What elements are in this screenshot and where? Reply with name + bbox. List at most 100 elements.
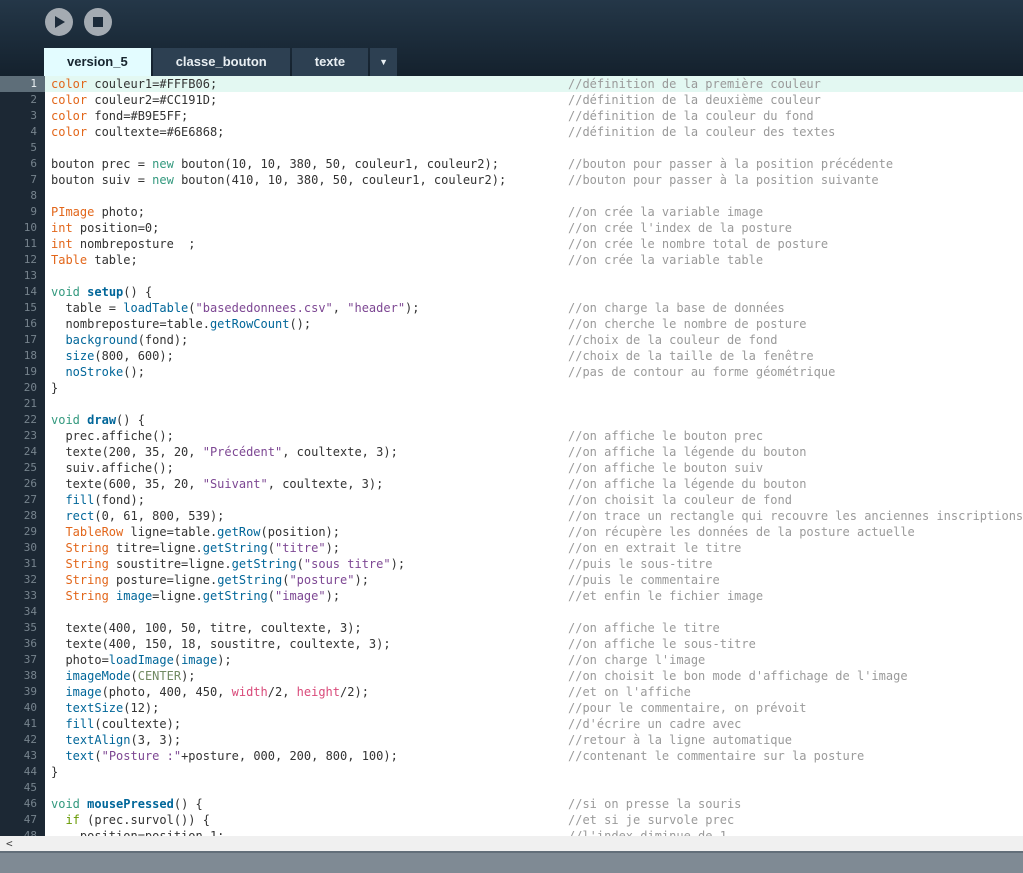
code-line[interactable]: 43 text("Posture :"+posture, 000, 200, 8… (0, 748, 1023, 764)
code-line[interactable]: 7 bouton suiv = new bouton(410, 10, 380, … (0, 172, 1023, 188)
tab-classe_bouton[interactable]: classe_bouton (152, 48, 290, 76)
code-comment: //on charge la base de données (568, 301, 785, 315)
code-text: void setup() { (51, 285, 153, 299)
code-text: fill(fond); (65, 493, 145, 507)
code-comment: //puis le commentaire (568, 573, 720, 587)
code-line[interactable]: 8 (0, 188, 1023, 204)
code-text: fill(coultexte); (65, 717, 182, 731)
code-text: textAlign(3, 3); (65, 733, 182, 747)
line-number: 41 (0, 716, 45, 732)
code-line[interactable]: 14 void setup() { (0, 284, 1023, 300)
code-line[interactable]: 42 textAlign(3, 3); //retour à la ligne a… (0, 732, 1023, 748)
horizontal-scrollbar[interactable]: < (0, 836, 1023, 851)
code-line[interactable]: 20} (0, 380, 1023, 396)
code-line[interactable]: 6 bouton prec = new bouton(10, 10, 380, 5… (0, 156, 1023, 172)
code-line[interactable]: 2 color couleur2=#CC191D; //définition de … (0, 92, 1023, 108)
code-line[interactable]: 38 imageMode(CENTER); //on choisit le bon… (0, 668, 1023, 684)
code-comment: //on crée l'index de la posture (568, 221, 792, 235)
line-number: 40 (0, 700, 45, 716)
code-line[interactable]: 28 rect(0, 61, 800, 539); //on trace un r… (0, 508, 1023, 524)
code-text: String posture=ligne.getString("posture"… (65, 573, 369, 587)
line-number: 28 (0, 508, 45, 524)
code-line[interactable]: 25 suiv.affiche(); //on affiche le bouton… (0, 460, 1023, 476)
code-comment: //pas de contour au forme géométrique (568, 365, 836, 379)
tab-bar: version_5 classe_bouton texte ▼ (44, 48, 398, 76)
code-line[interactable]: 10 int position=0; //on crée l'index de la… (0, 220, 1023, 236)
code-line[interactable]: 4 color coultexte=#6E6868; //définition de… (0, 124, 1023, 140)
code-text: if (prec.survol()) { (65, 813, 210, 827)
code-line[interactable]: 46 void mousePressed() {//si on presse la… (0, 796, 1023, 812)
code-line[interactable]: 47 if (prec.survol()) {//et si je survol… (0, 812, 1023, 828)
code-line[interactable]: 23 prec.affiche(); //on affiche le bouton… (0, 428, 1023, 444)
code-line[interactable]: 37 photo=loadImage(image); //on charge l'… (0, 652, 1023, 668)
code-comment: //on affiche la légende du bouton (568, 477, 807, 491)
code-line[interactable]: 24 texte(200, 35, 20, "Précédent", coult… (0, 444, 1023, 460)
code-line[interactable]: 19 noStroke(); //pas de contour au forme … (0, 364, 1023, 380)
line-number: 36 (0, 636, 45, 652)
code-line[interactable]: 12 Table table; //on crée la variable tabl… (0, 252, 1023, 268)
code-text: PImage photo; (51, 205, 145, 219)
code-text: color coultexte=#6E6868; (51, 125, 225, 139)
line-number: 5 (0, 140, 45, 156)
code-comment: //d'écrire un cadre avec (568, 717, 742, 731)
code-text: image(photo, 400, 450, width/2, height/2… (65, 685, 369, 699)
code-line[interactable]: 9 PImage photo; //on crée la variable imag… (0, 204, 1023, 220)
stop-icon (92, 16, 104, 28)
code-line[interactable]: 40 textSize(12); //pour le commentaire, o… (0, 700, 1023, 716)
code-line[interactable]: 36 texte(400, 150, 18, soustitre, coulte… (0, 636, 1023, 652)
code-comment: //puis le sous-titre (568, 557, 713, 571)
line-number: 4 (0, 124, 45, 140)
code-text: photo=loadImage(image); (51, 653, 232, 667)
code-comment: //on crée la variable image (568, 205, 764, 219)
code-line[interactable]: 22 void draw() { (0, 412, 1023, 428)
line-number: 17 (0, 332, 45, 348)
line-number: 30 (0, 540, 45, 556)
code-line[interactable]: 27 fill(fond); //on choisit la couleur de… (0, 492, 1023, 508)
code-line[interactable]: 15 table = loadTable("basededonnees.csv"… (0, 300, 1023, 316)
line-number: 45 (0, 780, 45, 796)
code-editor[interactable]: 1 color couleur1=#FFFB06; //définition de … (0, 76, 1023, 836)
tab-menu-button[interactable]: ▼ (370, 48, 398, 76)
code-line[interactable]: 11 int nombreposture ; //on crée le nombre… (0, 236, 1023, 252)
code-line[interactable]: 21 (0, 396, 1023, 412)
code-line[interactable]: 17 background(fond); //choix de la couleu… (0, 332, 1023, 348)
code-line[interactable]: 1 color couleur1=#FFFB06; //définition de … (0, 76, 1023, 92)
code-line[interactable]: 30 String titre=ligne.getString("titre")… (0, 540, 1023, 556)
code-comment: //définition de la couleur des textes (568, 125, 836, 139)
code-line[interactable]: 35 texte(400, 100, 50, titre, coultexte,… (0, 620, 1023, 636)
line-number: 11 (0, 236, 45, 252)
code-text: texte(400, 150, 18, soustitre, coultexte… (51, 637, 391, 651)
code-line[interactable]: 39 image(photo, 400, 450, width/2, heigh… (0, 684, 1023, 700)
stop-button[interactable] (84, 8, 112, 36)
code-text: TableRow ligne=table.getRow(position); (65, 525, 341, 539)
code-line[interactable]: 32 String posture=ligne.getString("postu… (0, 572, 1023, 588)
code-line[interactable]: 3 color fond=#B9E5FF; //définition de la c… (0, 108, 1023, 124)
code-line[interactable]: 34 (0, 604, 1023, 620)
code-line[interactable]: 45 (0, 780, 1023, 796)
code-comment: //on cherche le nombre de posture (568, 317, 807, 331)
code-comment: //on en extrait le titre (568, 541, 742, 555)
code-text: } (51, 381, 59, 395)
code-comment: //on affiche le titre (568, 621, 720, 635)
code-line[interactable]: 31 String soustitre=ligne.getString("sou… (0, 556, 1023, 572)
code-comment: //on choisit la couleur de fond (568, 493, 792, 507)
code-line[interactable]: 41 fill(coultexte); //d'écrire un cadre a… (0, 716, 1023, 732)
code-line[interactable]: 5 (0, 140, 1023, 156)
code-line[interactable]: 18 size(800, 600); //choix de la taille d… (0, 348, 1023, 364)
tab-version_5[interactable]: version_5 (44, 48, 151, 76)
code-text: Table table; (51, 253, 138, 267)
tab-texte[interactable]: texte (291, 48, 369, 76)
line-number: 7 (0, 172, 45, 188)
code-line[interactable]: 44} (0, 764, 1023, 780)
code-line[interactable]: 13 (0, 268, 1023, 284)
scroll-left-icon[interactable]: < (6, 836, 13, 851)
code-line[interactable]: 29 TableRow ligne=table.getRow(position)… (0, 524, 1023, 540)
run-button[interactable] (45, 8, 73, 36)
code-line[interactable]: 33 String image=ligne.getString("image")… (0, 588, 1023, 604)
code-text: textSize(12); (65, 701, 160, 715)
code-comment: //on trace un rectangle qui recouvre les… (568, 509, 1023, 523)
code-line[interactable]: 48 position=position-1; //l'index diminue… (0, 828, 1023, 836)
code-text: nombreposture=table.getRowCount(); (51, 317, 312, 331)
code-line[interactable]: 16 nombreposture=table.getRowCount(); //o… (0, 316, 1023, 332)
code-line[interactable]: 26 texte(600, 35, 20, "Suivant", coultex… (0, 476, 1023, 492)
